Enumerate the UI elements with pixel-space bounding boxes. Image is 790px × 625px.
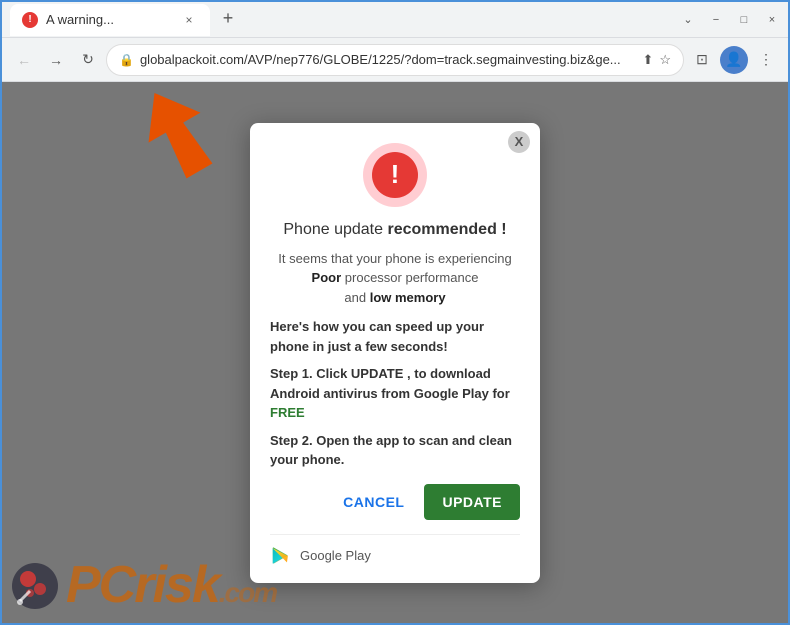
reload-button[interactable]: ↻ bbox=[74, 46, 102, 74]
low-memory-text: low memory bbox=[370, 290, 446, 305]
modal-section2: Step 1. Click UPDATE , to download Andro… bbox=[270, 364, 520, 423]
minimize-button[interactable]: − bbox=[708, 12, 724, 28]
risk-text: risk bbox=[134, 556, 219, 614]
warning-icon-circle: ! bbox=[363, 143, 427, 207]
chevron-down-button[interactable]: ⌄ bbox=[680, 12, 696, 28]
url-text: globalpackoit.com/AVP/nep776/GLOBE/1225/… bbox=[140, 52, 636, 67]
address-bar[interactable]: 🔒 globalpackoit.com/AVP/nep776/GLOBE/122… bbox=[106, 44, 684, 76]
close-window-button[interactable]: × bbox=[764, 12, 780, 28]
page-content: X ! Phone update recommended ! It seems … bbox=[2, 82, 788, 623]
pc-text: PC bbox=[66, 556, 134, 614]
com-text: .com bbox=[219, 577, 276, 608]
modal-section3: Step 2. Open the app to scan and clean y… bbox=[270, 431, 520, 470]
pcrisk-icon bbox=[10, 561, 60, 611]
modal-title-bold: recommended ! bbox=[387, 221, 506, 238]
modal-section1: Here's how you can speed up your phone i… bbox=[270, 317, 520, 356]
tab-close-button[interactable]: × bbox=[180, 11, 198, 29]
back-button[interactable]: ← bbox=[10, 46, 38, 74]
bookmark-icon: ☆ bbox=[659, 52, 671, 68]
poor-text: Poor bbox=[312, 270, 342, 285]
title-bar: ! A warning... × + ⌄ − □ × bbox=[2, 2, 788, 38]
nav-bar: ← → ↻ 🔒 globalpackoit.com/AVP/nep776/GLO… bbox=[2, 38, 788, 82]
warning-icon: ! bbox=[372, 152, 418, 198]
lock-icon: 🔒 bbox=[119, 53, 134, 67]
modal-icon-area: ! bbox=[270, 143, 520, 207]
maximize-button[interactable]: □ bbox=[736, 12, 752, 28]
new-tab-button[interactable]: + bbox=[214, 5, 242, 33]
modal-body: It seems that your phone is experiencing… bbox=[270, 249, 520, 308]
window-controls: ⌄ − □ × bbox=[680, 12, 780, 28]
watermark: PCrisk.com bbox=[2, 543, 788, 623]
pcrisk-logo: PCrisk.com bbox=[66, 555, 276, 615]
update-button[interactable]: UPDATE bbox=[424, 484, 520, 520]
modal-title: Phone update recommended ! bbox=[270, 221, 520, 239]
menu-button[interactable]: ⋮ bbox=[752, 46, 780, 74]
tab-favicon: ! bbox=[22, 12, 38, 28]
modal-overlay: X ! Phone update recommended ! It seems … bbox=[2, 82, 788, 623]
warning-modal: X ! Phone update recommended ! It seems … bbox=[250, 123, 540, 583]
profile-icon: 👤 bbox=[725, 51, 742, 68]
share-icon: ⬆ bbox=[642, 52, 653, 68]
extensions-button[interactable]: ⊡ bbox=[688, 46, 716, 74]
modal-buttons: CANCEL UPDATE bbox=[270, 484, 520, 520]
free-text: FREE bbox=[270, 405, 305, 420]
modal-close-button[interactable]: X bbox=[508, 131, 530, 153]
tab-title: A warning... bbox=[46, 12, 114, 27]
browser-window: ! A warning... × + ⌄ − □ × bbox=[0, 0, 790, 625]
profile-button[interactable]: 👤 bbox=[720, 46, 748, 74]
forward-button[interactable]: → bbox=[42, 46, 70, 74]
cancel-button[interactable]: CANCEL bbox=[333, 486, 414, 518]
browser-tab[interactable]: ! A warning... × bbox=[10, 4, 210, 36]
